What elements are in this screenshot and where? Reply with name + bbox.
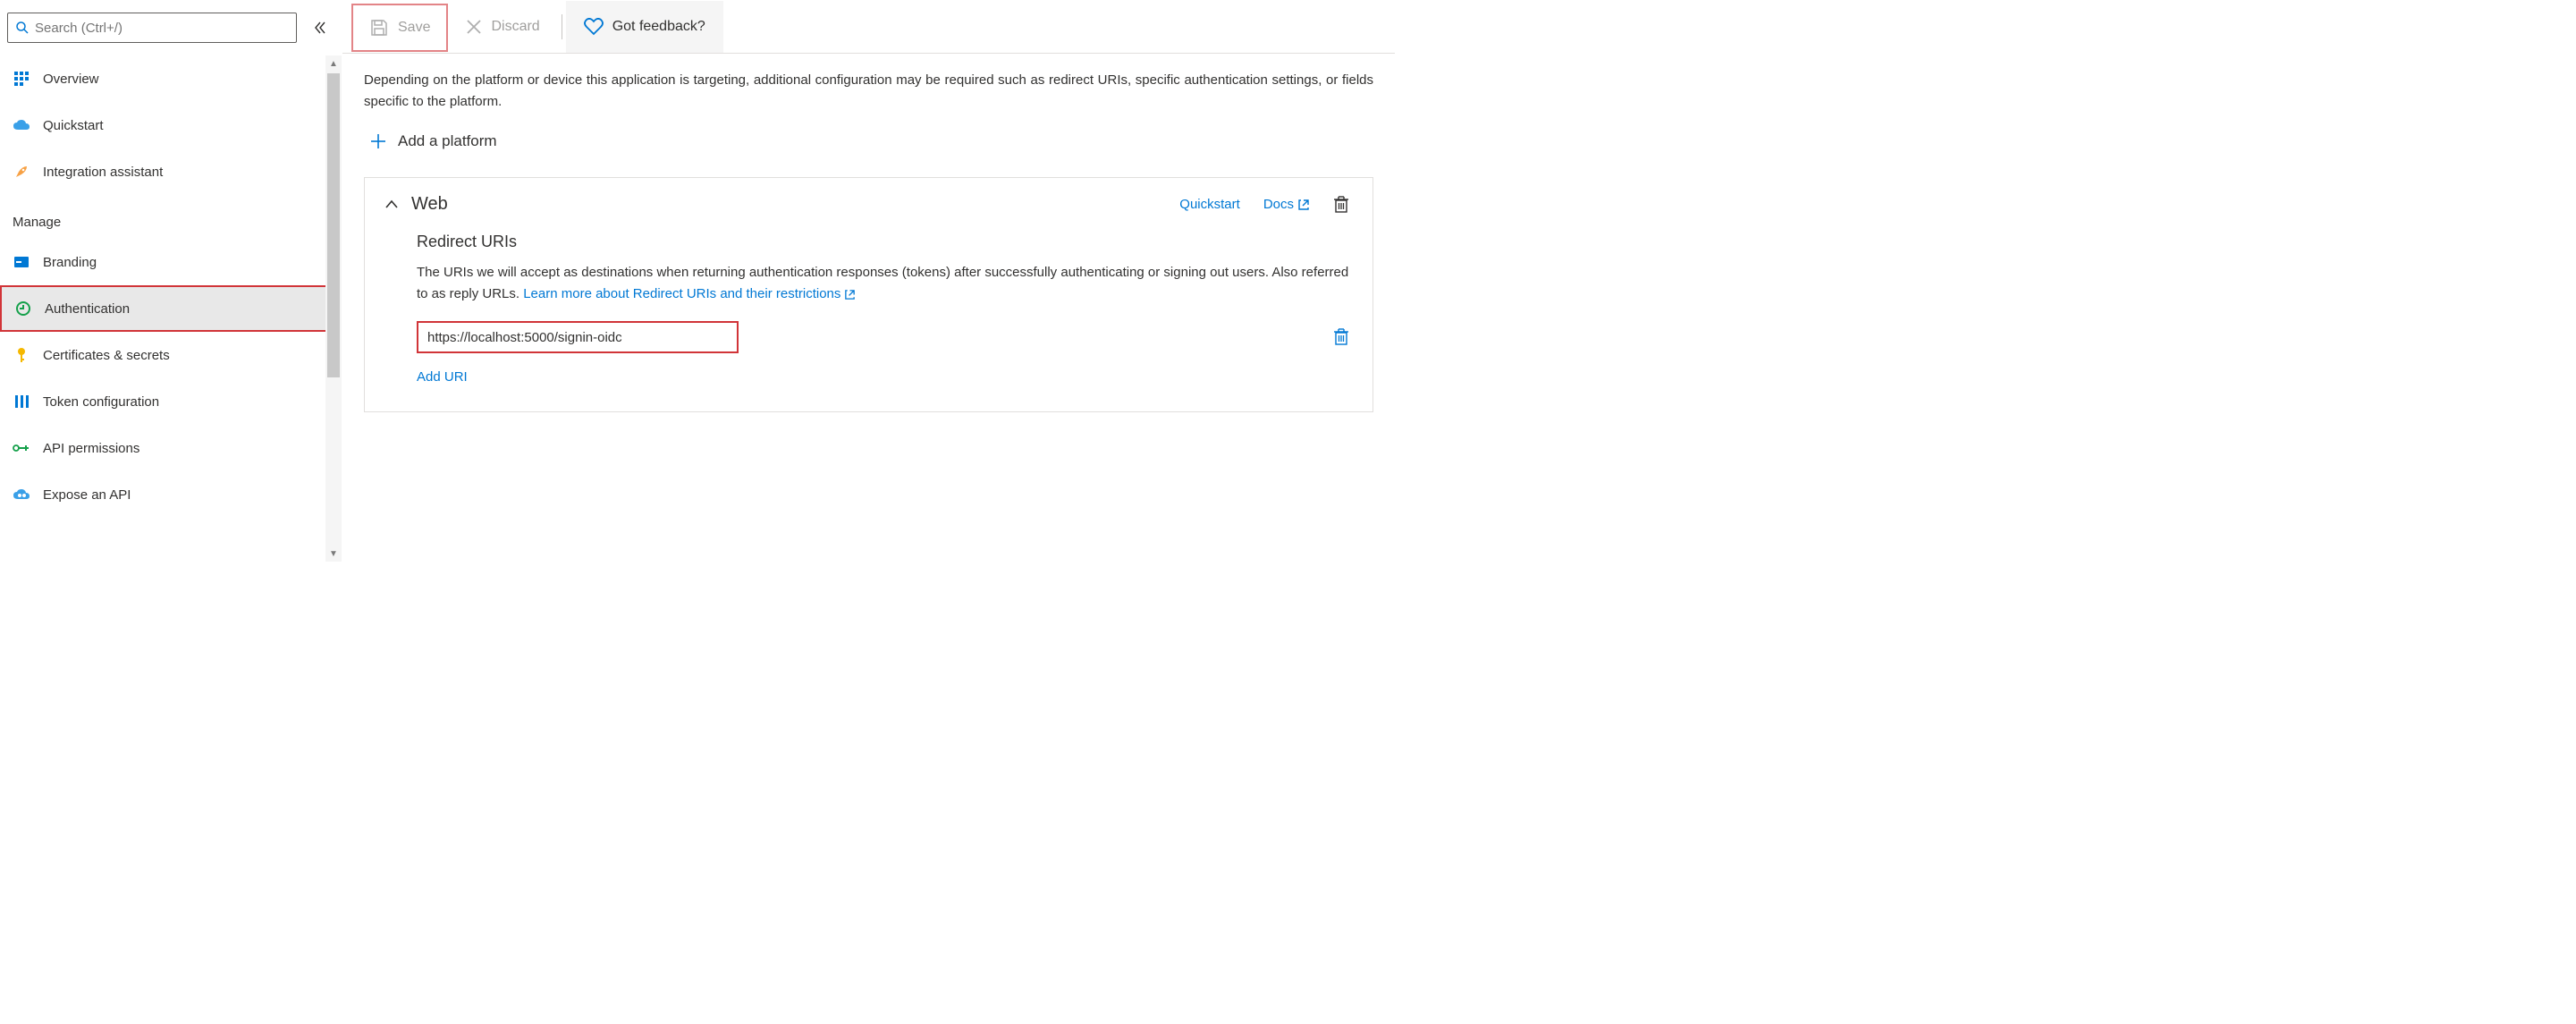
- nav-section-manage: Manage: [0, 195, 342, 239]
- sidebar-item-label: API permissions: [43, 441, 139, 456]
- toolbar: Save Discard Got feedback?: [342, 0, 1395, 54]
- sidebar-item-api-permissions[interactable]: API permissions: [0, 425, 342, 471]
- card-body: Redirect URIs The URIs we will accept as…: [384, 233, 1349, 385]
- redirect-uris-description: The URIs we will accept as destinations …: [417, 262, 1349, 305]
- card-title: Web: [411, 194, 448, 215]
- save-label: Save: [398, 20, 430, 36]
- token-icon: [13, 393, 30, 410]
- cloud-icon: [13, 116, 30, 134]
- sidebar-item-integration-assistant[interactable]: Integration assistant: [0, 148, 342, 195]
- sidebar-item-label: Branding: [43, 255, 97, 270]
- docs-link[interactable]: Docs: [1263, 197, 1310, 212]
- grid-icon: [13, 70, 30, 88]
- search-input[interactable]: [35, 21, 289, 36]
- discard-label: Discard: [491, 19, 539, 35]
- docs-label: Docs: [1263, 197, 1294, 212]
- redirect-uri-row: [417, 321, 1349, 353]
- save-button[interactable]: Save: [351, 4, 448, 52]
- add-platform-label: Add a platform: [398, 132, 497, 150]
- intro-text: Depending on the platform or device this…: [364, 70, 1373, 113]
- auth-icon: [14, 300, 32, 317]
- sidebar-item-label: Expose an API: [43, 487, 131, 503]
- delete-platform-button[interactable]: [1333, 196, 1349, 214]
- collapse-sidebar-button[interactable]: [306, 13, 334, 42]
- rocket-icon: [13, 163, 30, 181]
- chevron-up-icon[interactable]: [384, 199, 399, 211]
- scroll-up-arrow-icon[interactable]: ▲: [325, 55, 342, 72]
- close-icon: [466, 19, 482, 35]
- content: Depending on the platform or device this…: [342, 54, 1395, 562]
- sidebar-item-label: Certificates & secrets: [43, 348, 170, 363]
- add-platform-button[interactable]: Add a platform: [369, 132, 497, 150]
- quickstart-link[interactable]: Quickstart: [1179, 197, 1240, 212]
- heart-icon: [584, 18, 604, 36]
- learn-more-link[interactable]: Learn more about Redirect URIs and their…: [523, 284, 856, 305]
- search-row: [0, 0, 342, 55]
- external-link-icon: [844, 289, 856, 300]
- api-permissions-icon: [13, 439, 30, 457]
- delete-uri-button[interactable]: [1333, 328, 1349, 346]
- redirect-uri-input[interactable]: [417, 321, 739, 353]
- search-icon: [15, 21, 30, 35]
- sidebar-item-certificates-secrets[interactable]: Certificates & secrets: [0, 332, 342, 378]
- sidebar-item-token-configuration[interactable]: Token configuration: [0, 378, 342, 425]
- redirect-uris-heading: Redirect URIs: [417, 233, 1349, 251]
- scroll-thumb[interactable]: [327, 73, 340, 377]
- key-icon: [13, 346, 30, 364]
- save-icon: [369, 18, 389, 38]
- card-header: Web Quickstart Docs: [384, 194, 1349, 215]
- sidebar: Overview Quickstart Integration assistan…: [0, 0, 342, 562]
- scrollbar[interactable]: ▲ ▼: [325, 55, 342, 562]
- sidebar-item-label: Authentication: [45, 301, 130, 317]
- sidebar-item-expose-api[interactable]: Expose an API: [0, 471, 342, 518]
- card-actions: Quickstart Docs: [1179, 196, 1349, 214]
- external-link-icon: [1297, 199, 1310, 211]
- sidebar-item-overview[interactable]: Overview: [0, 55, 342, 102]
- nav-list: Overview Quickstart Integration assistan…: [0, 55, 342, 562]
- sidebar-item-label: Token configuration: [43, 394, 159, 410]
- feedback-button[interactable]: Got feedback?: [566, 1, 723, 53]
- branding-icon: [13, 253, 30, 271]
- discard-button[interactable]: Discard: [448, 1, 557, 53]
- expose-api-icon: [13, 486, 30, 504]
- sidebar-item-quickstart[interactable]: Quickstart: [0, 102, 342, 148]
- sidebar-item-label: Quickstart: [43, 118, 104, 133]
- sidebar-item-label: Integration assistant: [43, 165, 163, 180]
- search-box[interactable]: [7, 13, 297, 43]
- add-uri-link[interactable]: Add URI: [417, 369, 468, 385]
- scroll-down-arrow-icon[interactable]: ▼: [325, 546, 342, 562]
- feedback-label: Got feedback?: [612, 19, 705, 35]
- sidebar-item-authentication[interactable]: Authentication: [0, 285, 342, 332]
- platform-card-web: Web Quickstart Docs Redirect URIs The UR…: [364, 177, 1373, 412]
- main: Save Discard Got feedback? Depending on …: [342, 0, 1395, 562]
- plus-icon: [369, 132, 387, 150]
- sidebar-item-branding[interactable]: Branding: [0, 239, 342, 285]
- sidebar-item-label: Overview: [43, 72, 99, 87]
